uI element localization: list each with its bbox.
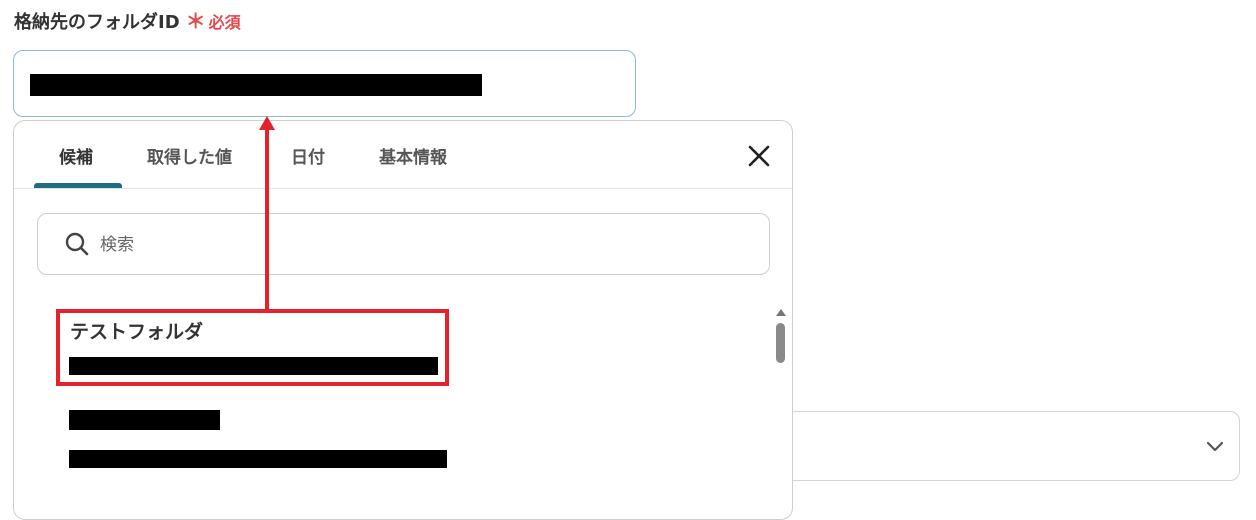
redacted-candidate-id	[69, 450, 447, 468]
folder-id-label: 格納先のフォルダID ＊ 必須	[14, 8, 241, 34]
value-picker-popup: 候補 取得した値 日付 基本情報 テストフォルダ	[13, 120, 793, 520]
scrollbar-thumb[interactable]	[776, 323, 785, 363]
folder-id-label-text: 格納先のフォルダID	[14, 12, 180, 33]
tab-basic-info[interactable]: 基本情報	[379, 143, 447, 168]
redacted-candidate-name	[69, 410, 220, 430]
close-icon[interactable]	[746, 143, 772, 169]
tab-bar: 候補 取得した値 日付 基本情報	[14, 121, 792, 189]
tab-date[interactable]: 日付	[291, 143, 325, 168]
background-select[interactable]	[780, 411, 1240, 481]
tab-acquired-values[interactable]: 取得した値	[147, 143, 232, 168]
search-input[interactable]	[98, 230, 742, 260]
chevron-down-icon	[1206, 441, 1224, 452]
annotation-arrow-shaft	[265, 128, 269, 309]
required-asterisk: ＊	[185, 9, 206, 33]
active-tab-indicator	[34, 183, 122, 188]
annotation-arrow-head-icon	[259, 116, 275, 130]
tab-candidates[interactable]: 候補	[59, 143, 93, 168]
search-icon	[65, 232, 89, 256]
required-text: 必須	[208, 13, 241, 32]
redacted-candidate-id	[69, 357, 438, 375]
search-box	[37, 213, 770, 275]
candidate-name: テストフォルダ	[70, 321, 204, 343]
redacted-value	[30, 74, 482, 96]
scroll-up-arrow-icon[interactable]	[774, 307, 788, 319]
folder-id-input[interactable]	[13, 50, 636, 117]
